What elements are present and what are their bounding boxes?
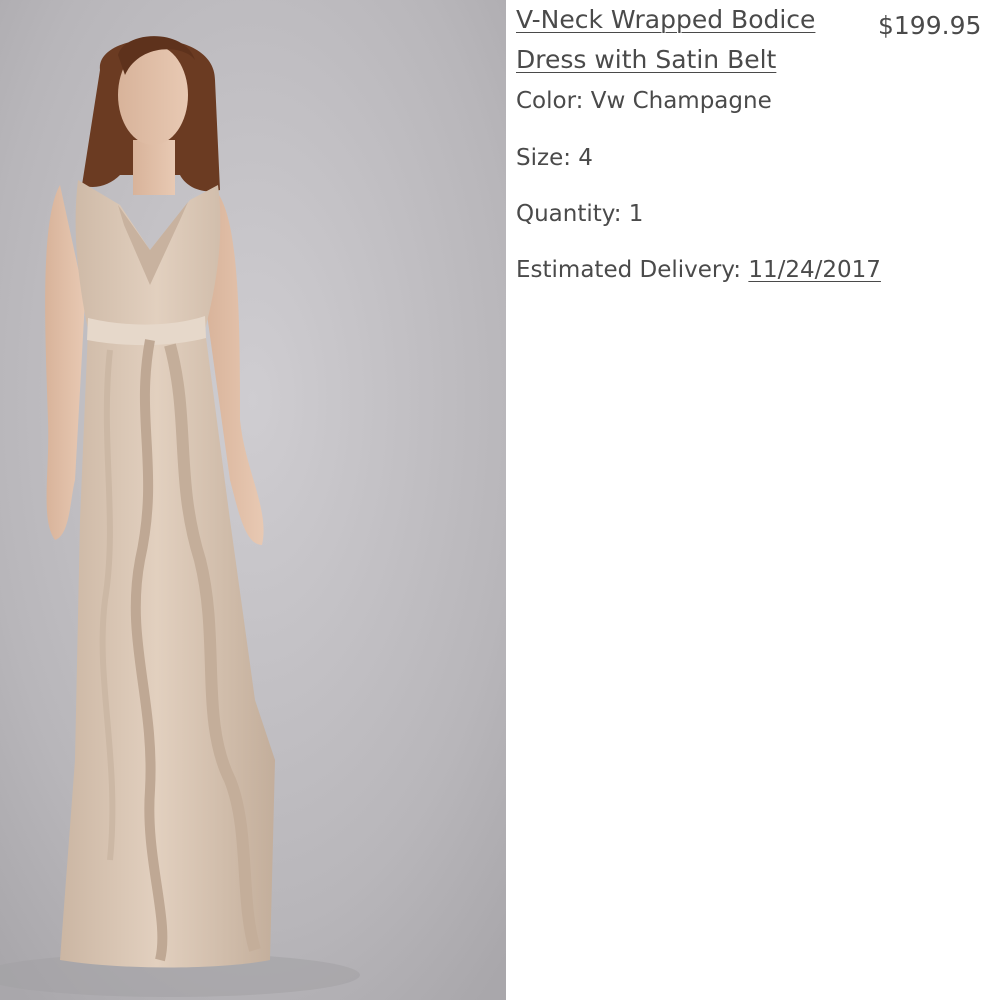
quantity-row: Quantity: 1 bbox=[516, 199, 643, 229]
color-row: Color: Vw Champagne bbox=[516, 86, 772, 116]
product-details: V-Neck Wrapped Bodice Dress with Satin B… bbox=[516, 0, 1000, 1000]
product-title-link[interactable]: V-Neck Wrapped Bodice Dress with Satin B… bbox=[516, 0, 872, 80]
quantity-value: 1 bbox=[628, 201, 644, 227]
size-value: 4 bbox=[578, 145, 593, 171]
color-value: Vw Champagne bbox=[590, 88, 772, 114]
size-label: Size: bbox=[516, 145, 571, 171]
delivery-row: Estimated Delivery: 11/24/2017 bbox=[516, 255, 881, 285]
color-label: Color: bbox=[516, 88, 584, 114]
product-image[interactable] bbox=[0, 0, 506, 1000]
dress-photo bbox=[0, 0, 506, 1000]
quantity-label: Quantity: bbox=[516, 201, 622, 227]
delivery-date-link[interactable]: 11/24/2017 bbox=[748, 257, 881, 283]
product-price: $199.95 bbox=[878, 11, 982, 40]
delivery-label: Estimated Delivery: bbox=[516, 257, 742, 283]
size-row: Size: 4 bbox=[516, 143, 593, 173]
